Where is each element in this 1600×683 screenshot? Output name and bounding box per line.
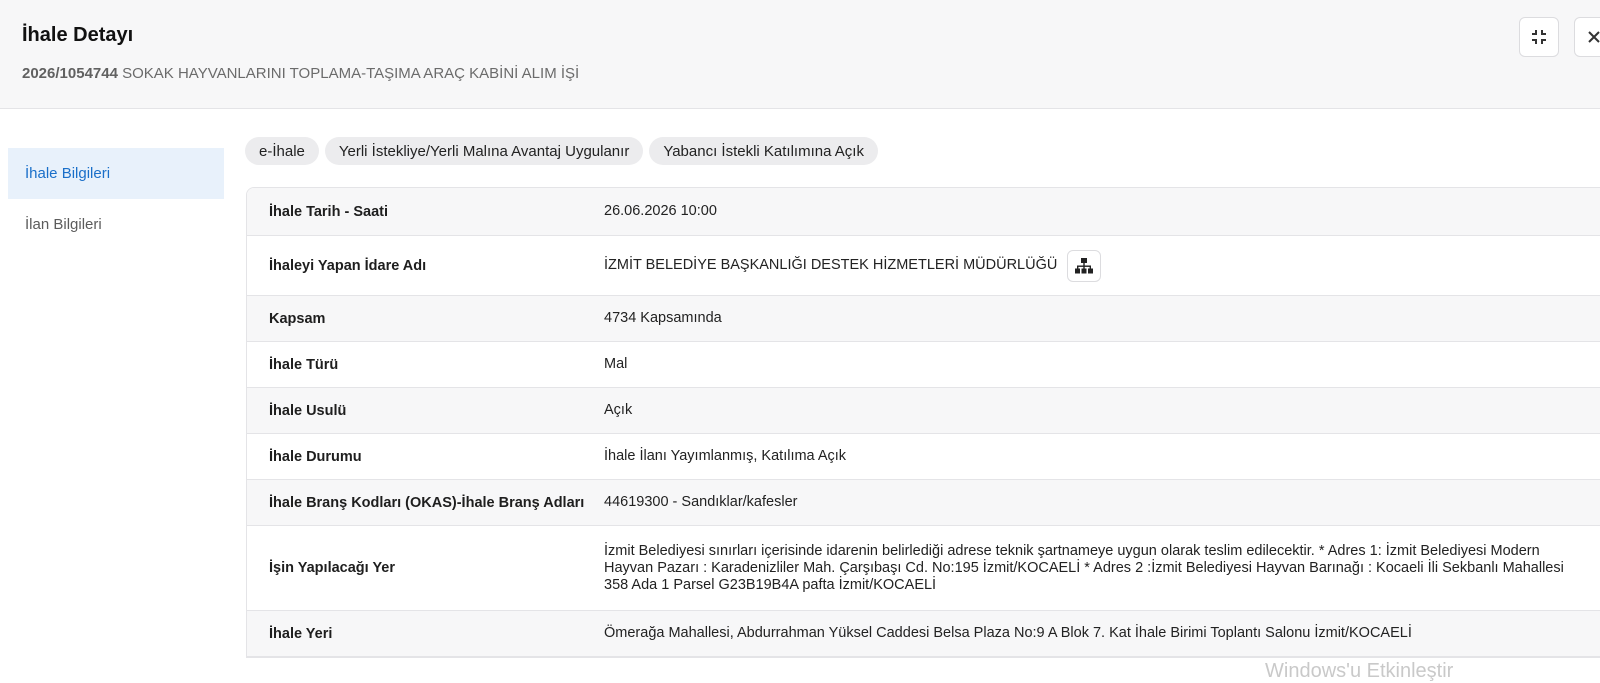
tender-number: 2026/1054744 — [22, 65, 118, 82]
detail-sidebar: İhale Bilgileri İlan Bilgileri — [8, 148, 224, 250]
detail-value-container: İZMİT BELEDİYE BAŞKANLIĞI DESTEK HİZMETL… — [604, 249, 1600, 282]
detail-value: 26.06.2026 10:00 — [604, 203, 717, 219]
detail-row-okas: İhale Branş Kodları (OKAS)-İhale Branş A… — [247, 480, 1600, 526]
tag-yerli-avantaj: Yerli İstekliye/Yerli Malına Avantaj Uyg… — [324, 137, 644, 165]
detail-row-idare: İhaleyi Yapan İdare Adı İZMİT BELEDİYE B… — [247, 236, 1600, 296]
detail-label: İhaleyi Yapan İdare Adı — [269, 257, 427, 274]
page-title: İhale Detayı — [22, 24, 134, 46]
detail-value: İZMİT BELEDİYE BAŞKANLIĞI DESTEK HİZMETL… — [604, 257, 1058, 273]
detail-label: İhale Türü — [269, 356, 339, 373]
sidebar-item-ihale-bilgileri[interactable]: İhale Bilgileri — [8, 148, 224, 199]
detail-value: İzmit Belediyesi sınırları içerisinde id… — [604, 542, 1564, 593]
detail-label: İhale Usulü — [269, 402, 347, 419]
sidebar-item-ilan-bilgileri[interactable]: İlan Bilgileri — [8, 199, 224, 250]
detail-value: Mal — [604, 356, 628, 372]
org-chart-button[interactable] — [1067, 249, 1102, 282]
tender-details-table: İhale Tarih - Saati 26.06.2026 10:00 İha… — [246, 187, 1600, 658]
sidebar-item-label: İhale Bilgileri — [25, 165, 111, 182]
detail-row-yer: İşin Yapılacağı Yer İzmit Belediyesi sın… — [247, 526, 1600, 611]
detail-label: İhale Tarih - Saati — [269, 203, 388, 220]
detail-row-tarih: İhale Tarih - Saati 26.06.2026 10:00 — [247, 188, 1600, 236]
close-icon — [1588, 31, 1600, 43]
detail-label: İhale Yeri — [269, 625, 333, 642]
tender-tags: e-İhale Yerli İstekliye/Yerli Malına Ava… — [245, 137, 878, 165]
page-header: İhale Detayı 2026/1054744 SOKAK HAYVANLA… — [0, 0, 1600, 109]
close-button[interactable] — [1574, 17, 1600, 57]
detail-row-usul: İhale Usulü Açık — [247, 388, 1600, 434]
windows-activation-watermark: Windows'u Etkinleştir — [1265, 660, 1454, 682]
detail-value: 4734 Kapsamında — [604, 310, 722, 326]
detail-value: 44619300 - Sandıklar/kafesler — [604, 494, 798, 510]
detail-value: Ömerağa Mahallesi, Abdurrahman Yüksel Ca… — [604, 625, 1412, 641]
detail-label: İhale Branş Kodları (OKAS)-İhale Branş A… — [269, 494, 585, 511]
detail-label: İhale Durumu — [269, 448, 362, 465]
detail-row-ihale-yeri: İhale Yeri Ömerağa Mahallesi, Abdurrahma… — [247, 611, 1600, 657]
minimize-button[interactable] — [1519, 17, 1559, 57]
detail-row-tur: İhale Türü Mal — [247, 342, 1600, 388]
detail-row-kapsam: Kapsam 4734 Kapsamında — [247, 296, 1600, 342]
detail-value: Açık — [604, 402, 633, 418]
org-chart-icon — [1075, 257, 1094, 273]
compress-icon — [1532, 30, 1546, 44]
detail-label: Kapsam — [269, 310, 326, 327]
tag-e-ihale: e-İhale — [245, 137, 319, 165]
tender-subtitle: 2026/1054744 SOKAK HAYVANLARINI TOPLAMA-… — [22, 65, 579, 82]
tag-yabanci-katilim: Yabancı İstekli Katılımına Açık — [649, 137, 878, 165]
tender-name: SOKAK HAYVANLARINI TOPLAMA-TAŞIMA ARAÇ K… — [122, 65, 580, 82]
detail-row-durum: İhale Durumu İhale İlanı Yayımlanmış, Ka… — [247, 434, 1600, 480]
detail-label: İşin Yapılacağı Yer — [269, 560, 396, 576]
sidebar-item-label: İlan Bilgileri — [25, 216, 102, 233]
detail-value: İhale İlanı Yayımlanmış, Katılıma Açık — [604, 448, 847, 464]
